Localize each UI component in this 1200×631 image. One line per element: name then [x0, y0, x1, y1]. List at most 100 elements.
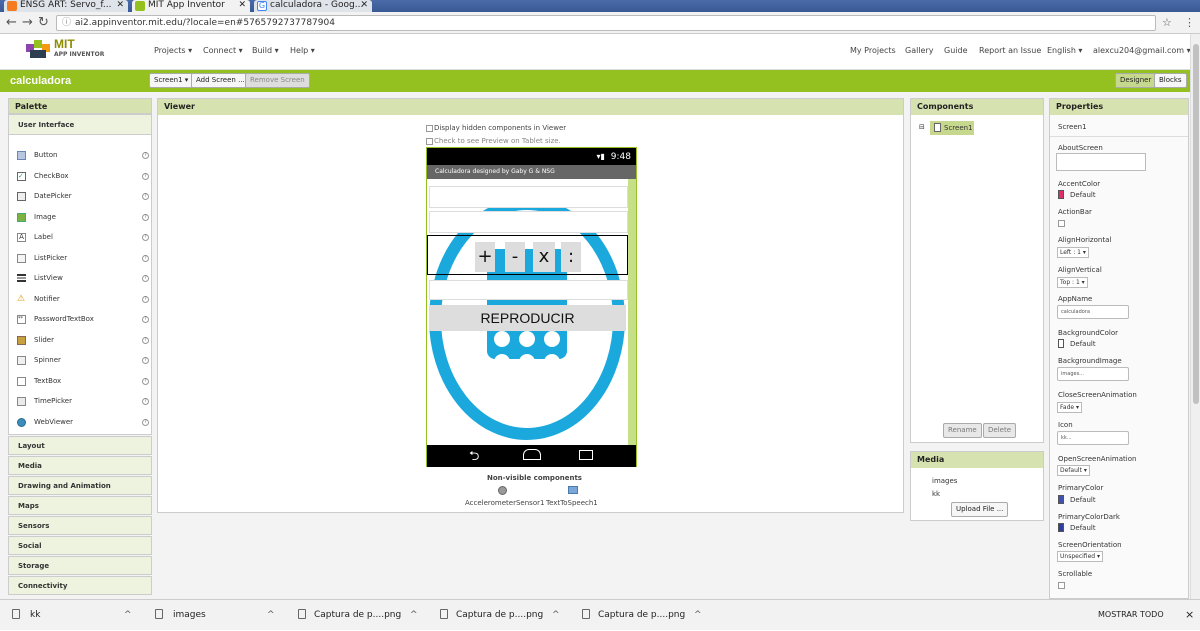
palette-item-datepicker[interactable]: DatePicker? — [9, 186, 153, 206]
download-item[interactable]: Captura de p....png ^ — [298, 600, 423, 631]
help-icon[interactable]: ? — [142, 296, 149, 303]
delete-button[interactable]: Delete — [983, 423, 1016, 438]
prop-alignvertical-select[interactable]: Top : 1 ▾ — [1057, 277, 1088, 288]
palette-item-textbox[interactable]: TextBox? — [9, 371, 153, 391]
nav-back-icon[interactable]: ⮌ — [469, 447, 479, 469]
link-my-projects[interactable]: My Projects — [850, 46, 896, 55]
palette-category-layout[interactable]: Layout — [8, 436, 152, 455]
chevron-up-icon[interactable]: ^ — [694, 600, 702, 630]
show-all-downloads-button[interactable]: MOSTRAR TODO — [1098, 600, 1164, 631]
prop-openscreenanimation-select[interactable]: Default ▾ — [1057, 465, 1090, 476]
help-icon[interactable]: ? — [142, 152, 149, 159]
prop-icon-input[interactable]: kk... — [1057, 431, 1129, 445]
prop-primarycolor-value[interactable]: Default — [1070, 496, 1096, 504]
chevron-up-icon[interactable]: ^ — [552, 600, 560, 630]
number-textbox-2[interactable] — [429, 211, 628, 233]
background-color-swatch[interactable] — [1058, 339, 1064, 348]
designer-button[interactable]: Designer — [1115, 73, 1157, 88]
prop-accentcolor-value[interactable]: Default — [1070, 191, 1096, 199]
browser-tab-ensg[interactable]: ENSG ART: Servo_f... ✕ — [4, 0, 128, 12]
screen-select[interactable]: Screen1 ▾ — [149, 73, 194, 88]
account-menu[interactable]: alexcu204@gmail.com ▾ — [1093, 46, 1191, 55]
multiply-button[interactable]: x — [533, 242, 555, 272]
remove-screen-button[interactable]: Remove Screen — [245, 73, 310, 88]
nonvisible-texttospeech[interactable]: TextToSpeech1 — [546, 499, 598, 507]
forward-icon[interactable]: → — [22, 16, 33, 30]
tab-close-icon[interactable]: ✕ — [238, 0, 246, 11]
close-downloads-icon[interactable]: × — [1185, 600, 1194, 631]
add-button[interactable]: + — [475, 242, 495, 272]
blocks-button[interactable]: Blocks — [1154, 73, 1187, 88]
nav-recent-icon[interactable] — [579, 450, 593, 460]
palette-category-storage[interactable]: Storage — [8, 556, 152, 575]
prop-alignhorizontal-select[interactable]: Left : 1 ▾ — [1057, 247, 1089, 258]
palette-category-social[interactable]: Social — [8, 536, 152, 555]
link-gallery[interactable]: Gallery — [905, 46, 934, 55]
palette-item-listview[interactable]: ListView? — [9, 268, 153, 288]
palette-category-maps[interactable]: Maps — [8, 496, 152, 515]
menu-connect[interactable]: Connect ▾ — [203, 46, 243, 55]
url-input[interactable]: ⓘ ai2.appinventor.mit.edu/?locale=en#576… — [56, 15, 1156, 31]
hidden-components-option[interactable]: Display hidden components in Viewer — [426, 124, 566, 132]
prop-backgroundimage-input[interactable]: images... — [1057, 367, 1129, 381]
menu-build[interactable]: Build ▾ — [252, 46, 279, 55]
component-screen1[interactable]: Screen1 — [930, 121, 974, 135]
palette-item-spinner[interactable]: Spinner? — [9, 350, 153, 370]
help-icon[interactable]: ? — [142, 316, 149, 323]
chevron-up-icon[interactable]: ^ — [267, 600, 275, 630]
download-item[interactable]: Captura de p....png ^ — [440, 600, 565, 631]
reload-icon[interactable]: ↻ — [38, 16, 49, 30]
prop-actionbar-checkbox[interactable] — [1058, 220, 1065, 227]
palette-category-sensors[interactable]: Sensors — [8, 516, 152, 535]
subtract-button[interactable]: - — [505, 242, 525, 272]
tablet-preview-option[interactable]: Check to see Preview on Tablet size. — [426, 137, 561, 145]
media-file-kk[interactable]: kk — [932, 490, 940, 498]
palette-item-listpicker[interactable]: ListPicker? — [9, 248, 153, 268]
accent-color-swatch[interactable] — [1058, 190, 1064, 199]
help-icon[interactable]: ? — [142, 398, 149, 405]
media-file-images[interactable]: images — [932, 477, 957, 485]
download-item[interactable]: kk ^ — [12, 600, 137, 631]
help-icon[interactable]: ? — [142, 378, 149, 385]
primary-dark-color-swatch[interactable] — [1058, 523, 1064, 532]
prop-appname-input[interactable]: calculadora — [1057, 305, 1129, 319]
link-guide[interactable]: Guide — [944, 46, 968, 55]
result-textbox[interactable] — [429, 280, 628, 300]
upload-file-button[interactable]: Upload File ... — [951, 502, 1009, 517]
help-icon[interactable]: ? — [142, 337, 149, 344]
rename-button[interactable]: Rename — [943, 423, 982, 438]
help-icon[interactable]: ? — [142, 234, 149, 241]
browser-tab-app-inventor[interactable]: MIT App Inventor ✕ — [132, 0, 250, 12]
palette-item-passwordtextbox[interactable]: ** PasswordTextBox? — [9, 309, 153, 329]
help-icon[interactable]: ? — [142, 255, 149, 262]
palette-category-media[interactable]: Media — [8, 456, 152, 475]
download-item[interactable]: Captura de p....png ^ — [582, 600, 707, 631]
divide-button[interactable]: : — [561, 242, 581, 272]
tab-close-icon[interactable]: ✕ — [116, 0, 124, 11]
primary-color-swatch[interactable] — [1058, 495, 1064, 504]
help-icon[interactable]: ? — [142, 419, 149, 426]
back-icon[interactable]: ← — [6, 16, 17, 30]
palette-item-notifier[interactable]: ⚠ Notifier? — [9, 289, 153, 309]
number-textbox-1[interactable] — [429, 186, 628, 208]
palette-section-user-interface[interactable]: User Interface — [9, 115, 151, 135]
palette-category-connectivity[interactable]: Connectivity — [8, 576, 152, 595]
page-scrollbar[interactable] — [1190, 34, 1200, 599]
palette-item-slider[interactable]: Slider? — [9, 330, 153, 350]
menu-help[interactable]: Help ▾ — [290, 46, 315, 55]
nav-home-icon[interactable] — [523, 449, 541, 460]
page-info-icon[interactable]: ⓘ — [62, 16, 71, 30]
star-icon[interactable]: ☆ — [1162, 16, 1172, 30]
nonvisible-accelerometer[interactable]: AccelerometerSensor1 — [465, 499, 544, 507]
menu-projects[interactable]: Projects ▾ — [154, 46, 192, 55]
tablet-preview-checkbox[interactable] — [426, 137, 433, 145]
palette-item-label[interactable]: A Label? — [9, 227, 153, 247]
palette-item-webviewer[interactable]: WebViewer? — [9, 412, 153, 432]
help-icon[interactable]: ? — [142, 193, 149, 200]
hidden-components-checkbox[interactable] — [426, 124, 433, 132]
browser-tab-google[interactable]: G calculadora - Goog... ✕ — [254, 0, 372, 12]
chevron-up-icon[interactable]: ^ — [410, 600, 418, 630]
palette-item-checkbox[interactable]: ✓ CheckBox? — [9, 166, 153, 186]
help-icon[interactable]: ? — [142, 357, 149, 364]
prop-scrollable-checkbox[interactable] — [1058, 582, 1065, 589]
